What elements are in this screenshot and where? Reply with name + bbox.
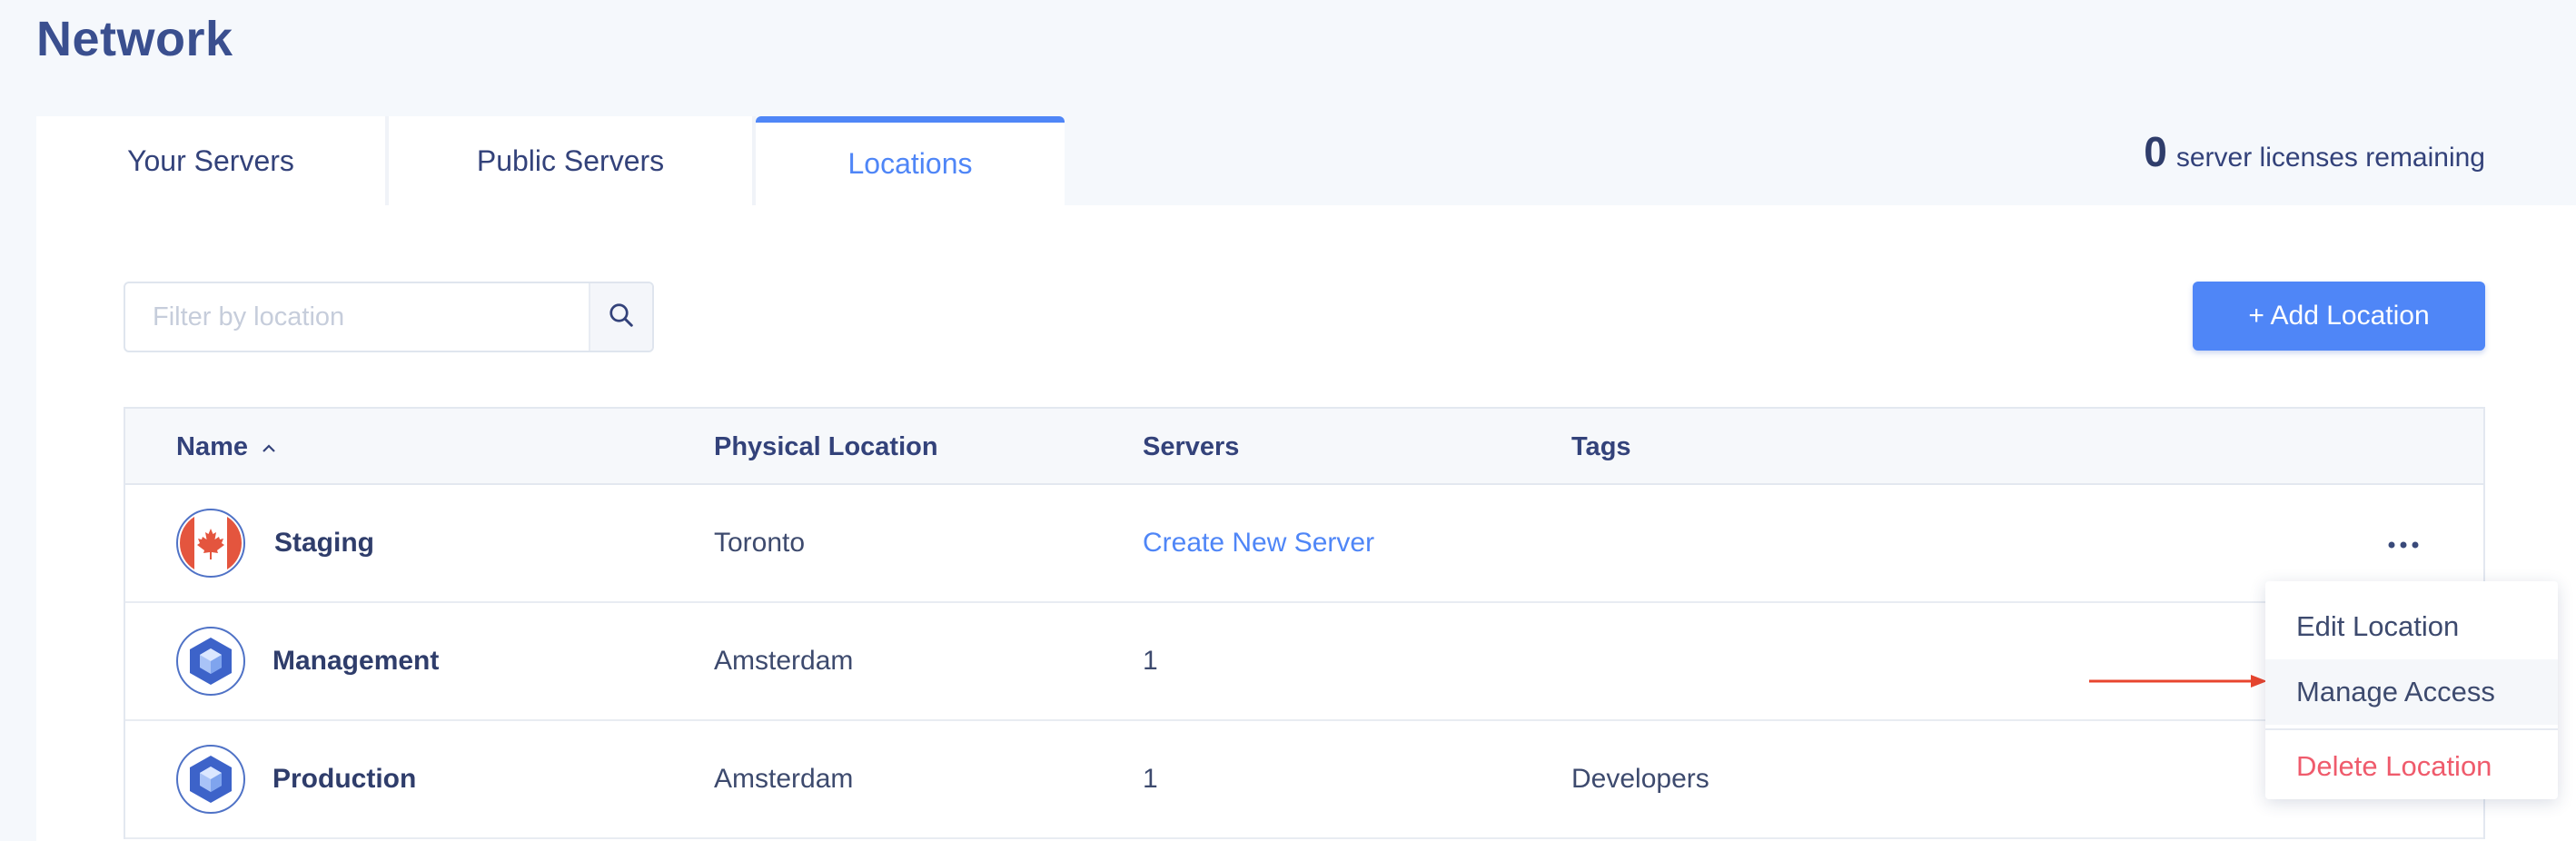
menu-divider (2265, 728, 2558, 730)
location-name-cell: Staging (176, 485, 374, 601)
delete-location-menu-item[interactable]: Delete Location (2265, 734, 2558, 799)
tab-public-servers[interactable]: Public Servers (389, 116, 756, 205)
table-row[interactable]: Management Amsterdam 1 (125, 603, 2483, 721)
physical-location-cell: Amsterdam (714, 646, 854, 676)
search-button[interactable] (589, 283, 652, 351)
table-row[interactable]: Staging Toronto Create New Server (125, 485, 2483, 603)
page-title: Network (36, 12, 233, 66)
cube-icon (176, 627, 245, 696)
location-name-cell: Production (176, 721, 416, 837)
canada-flag-icon (176, 509, 245, 578)
location-name: Staging (274, 528, 374, 558)
license-label: server licenses remaining (2175, 143, 2485, 173)
edit-location-menu-item[interactable]: Edit Location (2265, 594, 2558, 659)
row-context-menu: Edit Location Manage Access Delete Locat… (2265, 581, 2558, 799)
create-new-server-link[interactable]: Create New Server (1143, 485, 1374, 601)
add-location-button[interactable]: + Add Location (2193, 282, 2485, 351)
annotation-arrow-icon (2089, 675, 2267, 688)
server-count-cell: 1 (1143, 646, 1158, 676)
header-tags[interactable]: Tags (1571, 409, 1631, 485)
server-count-cell: 1 (1143, 764, 1158, 794)
location-name: Production (272, 764, 417, 794)
search-icon (608, 302, 635, 333)
table-row[interactable]: Production Amsterdam 1 Developers (125, 721, 2483, 839)
header-physical-location[interactable]: Physical Location (714, 409, 938, 485)
physical-location-cell: Toronto (714, 528, 806, 558)
filter-location-input[interactable] (125, 283, 589, 351)
row-actions-menu-icon[interactable] (2387, 519, 2420, 556)
location-name-cell: Management (176, 603, 439, 719)
physical-location-cell: Amsterdam (714, 764, 854, 794)
locations-table: Name Physical Location Servers Tags Stag… (124, 407, 2485, 839)
header-servers[interactable]: Servers (1143, 409, 1239, 485)
license-count: 0 (2144, 128, 2167, 175)
locations-panel: + Add Location Name Physical Location Se… (36, 205, 2576, 841)
tab-your-servers[interactable]: Your Servers (36, 116, 389, 205)
tab-locations[interactable]: Locations (756, 116, 1065, 205)
header-name[interactable]: Name (176, 409, 277, 485)
manage-access-menu-item[interactable]: Manage Access (2265, 659, 2558, 725)
tags-cell: Developers (1571, 764, 1709, 794)
table-header: Name Physical Location Servers Tags (125, 409, 2483, 485)
tab-bar: Your Servers Public Servers Locations (36, 116, 1065, 205)
license-counter: 0 server licenses remaining (2144, 127, 2485, 176)
header-name-label: Name (176, 431, 248, 461)
chevron-up-icon (261, 432, 277, 462)
cube-icon (176, 745, 245, 814)
location-name: Management (272, 646, 440, 676)
filter-search-box (124, 282, 654, 352)
